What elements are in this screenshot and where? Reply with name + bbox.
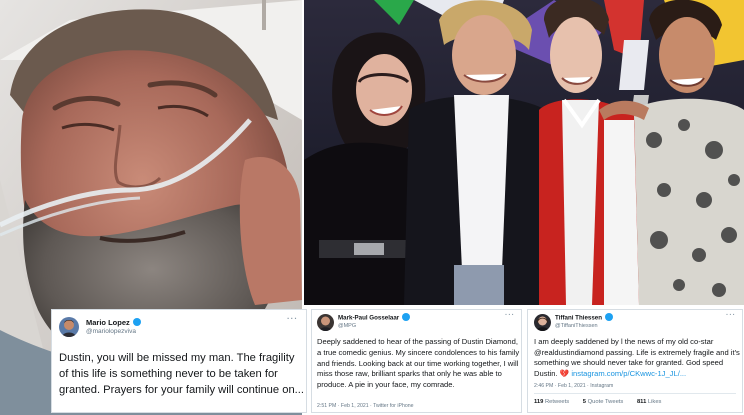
more-options-icon[interactable]: ··· (726, 312, 736, 319)
author-name-text: Mario Lopez (86, 318, 130, 327)
tweet-text: Dustin, you will be missed my man. The f… (59, 352, 304, 396)
avatar-image (534, 314, 551, 331)
more-options-icon[interactable]: ··· (287, 314, 298, 323)
likes-count: 811 (636, 399, 647, 405)
author-name[interactable]: Mario Lopez (86, 318, 141, 327)
author-handle[interactable]: @mariolopezviva (86, 328, 136, 335)
tweet-text: Deeply saddened to hear of the passing o… (317, 337, 520, 390)
avatar-image (59, 317, 79, 337)
likes-label: Likes (647, 399, 662, 405)
retweets-label: Retweets (544, 399, 570, 405)
tweet-card-mark-paul-gosselaar: Mark-Paul Gosselaar @MPG ··· Deeply sadd… (311, 309, 522, 413)
cast-group-photo (304, 0, 744, 305)
tweet-card-tiffani-thiessen: Tiffani Thiessen @TiffaniThiessen ··· I … (527, 309, 743, 413)
author-name[interactable]: Mark-Paul Gosselaar (338, 313, 411, 322)
verified-badge-icon (402, 313, 411, 321)
author-handle[interactable]: @MPG (338, 323, 356, 329)
broken-heart-icon: 💔 (559, 368, 570, 378)
author-name-text: Mark-Paul Gosselaar (338, 314, 400, 322)
avatar-image (317, 314, 334, 331)
divider (534, 393, 736, 394)
author-handle[interactable]: @TiffaniThiessen (555, 323, 598, 329)
verified-badge-icon (132, 318, 141, 327)
more-options-icon[interactable]: ··· (505, 312, 515, 319)
tweet-timestamp[interactable]: 2:46 PM · Feb 1, 2021 · Instagram (534, 383, 613, 389)
quote-tweets-label: Quote Tweets (587, 399, 624, 405)
tweet-timestamp[interactable]: 2:51 PM · Feb 1, 2021 · Twitter for iPho… (317, 403, 414, 409)
tweet-text: I am deeply saddened by l the news of my… (534, 337, 742, 379)
avatar[interactable] (317, 314, 334, 331)
likes-stat[interactable]: 811 Likes (637, 399, 662, 405)
tweet-card-mario-lopez: Mario Lopez @mariolopezviva ··· Dustin, … (51, 309, 307, 413)
avatar[interactable] (534, 314, 551, 331)
verified-badge-icon (605, 313, 613, 321)
avatar[interactable] (59, 317, 79, 337)
retweets-stat[interactable]: 119 Retweets (534, 399, 569, 405)
tweet-stats: 119 Retweets 5 Quote Tweets 811 Likes (534, 399, 673, 405)
retweets-count: 119 (534, 399, 544, 405)
author-name-text: Tiffani Thiessen (555, 314, 602, 322)
tweet-link[interactable]: instagram.com/p/CKwwc-1J_JL/... (571, 369, 686, 378)
cast-group-photo-image (304, 0, 744, 305)
quote-tweets-count: 5 (582, 399, 587, 405)
author-name[interactable]: Tiffani Thiessen (555, 313, 613, 322)
quote-tweets-stat[interactable]: 5 Quote Tweets (583, 399, 624, 405)
